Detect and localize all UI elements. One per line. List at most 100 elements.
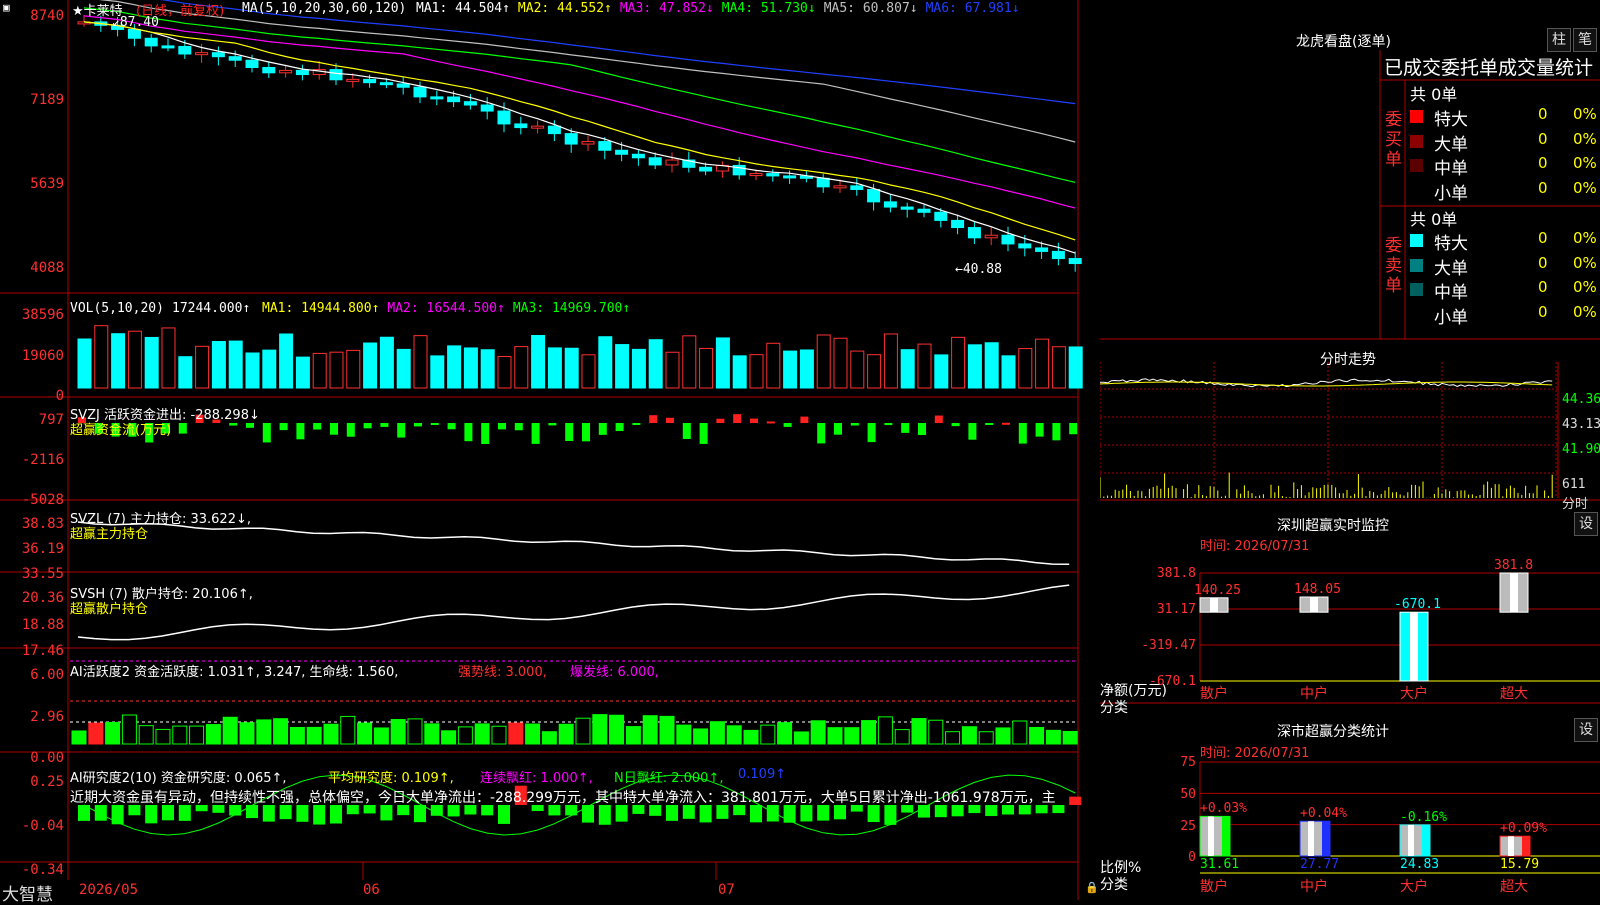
volume-bar — [900, 349, 915, 389]
ai-research-tick: -0.34 — [21, 862, 64, 878]
ai-research-bar — [884, 805, 897, 825]
svzj-sub: 超赢资金流(万元) — [70, 423, 172, 438]
ai-active-bar — [273, 718, 289, 745]
candle — [379, 82, 393, 86]
ai-active-bar — [726, 725, 742, 745]
ai-active-bar — [760, 724, 776, 745]
lock-icon[interactable]: 🔒 — [1085, 881, 1099, 894]
sz-monitor-settings-button[interactable]: 设 — [1574, 512, 1598, 536]
sz-class-time: 时间: 2026/07/31 — [1200, 746, 1310, 761]
ma-line — [83, 7, 1076, 183]
ai-active-bar — [457, 726, 473, 745]
candle — [967, 227, 981, 239]
ai-active-bar — [357, 722, 373, 745]
ma-line — [83, 21, 1076, 241]
volume-bar — [917, 343, 932, 389]
sell-row-pct: 0% — [1573, 253, 1597, 272]
low-price-mark: ←40.88 — [955, 262, 1002, 277]
ai-active-bar — [205, 724, 221, 745]
main-chart-area[interactable]: ▣ ★卡莱特 (日线，前复权) MA(5,10,20,30,60,120) MA… — [0, 0, 1100, 905]
sz-class-category: 大户 — [1400, 879, 1428, 895]
price-tick: 5639 — [30, 176, 64, 192]
candle — [346, 78, 360, 82]
ai-active-bar — [189, 725, 205, 745]
sz-monitor-value-label: 148.05 — [1294, 581, 1341, 597]
lhb-title: 龙虎看盘(逐单) — [1296, 34, 1391, 50]
ai-research-red: 连续飘红: 1.000↑, — [480, 771, 593, 786]
candle — [615, 149, 629, 155]
volume-bar — [111, 333, 126, 389]
ai-active-bar — [777, 722, 793, 745]
ai-active-bar — [642, 715, 658, 745]
ai-research-bar — [414, 805, 426, 823]
svzj-bar — [582, 423, 590, 442]
svzj-bar — [481, 423, 490, 444]
svzj-bar — [901, 423, 910, 433]
ai-active-bar — [172, 725, 188, 745]
sz-class-bar-highlight — [1308, 821, 1314, 856]
volume-bar — [295, 356, 310, 389]
pen-mode-button[interactable]: 笔 — [1573, 28, 1597, 52]
ai-active-bar — [709, 721, 725, 745]
sz-class-category: 超大 — [1500, 879, 1528, 895]
svzj-bar — [716, 418, 725, 423]
ai-research-bar — [817, 805, 830, 821]
ai-research-avg: 平均研究度: 0.109↑, — [328, 771, 454, 786]
sz-monitor-tick: -319.47 — [1141, 638, 1196, 653]
volume-bar — [396, 348, 411, 389]
buy-row-pct: 0% — [1573, 105, 1597, 123]
svzj-bar — [598, 423, 607, 435]
volume-bar — [1001, 355, 1016, 389]
intraday-vol-label: 分时 — [1562, 497, 1589, 512]
sz-class-change: +0.09% — [1500, 821, 1547, 837]
candle — [1018, 243, 1032, 249]
candle — [749, 173, 763, 177]
ai-active-bar — [306, 726, 322, 745]
ai-active-bar — [961, 726, 977, 745]
candle — [262, 67, 276, 74]
candle — [581, 141, 595, 145]
sz-class-change: +0.03% — [1200, 801, 1247, 817]
svzj-bar — [834, 423, 842, 435]
svzj-bar — [666, 417, 674, 423]
candle — [547, 125, 561, 135]
svzj-bar — [514, 423, 523, 431]
volume-bar — [648, 339, 663, 389]
buy-row-pct: 0% — [1573, 154, 1597, 172]
ai-active-bar — [474, 723, 490, 745]
ai-active-bar — [911, 718, 927, 745]
svzj-bar — [682, 423, 691, 439]
sz-class-bar-highlight — [1408, 824, 1414, 856]
ai-active-bar — [894, 729, 910, 745]
volume-bar — [430, 355, 445, 389]
ai-research-bar — [498, 805, 510, 824]
svzj-bar — [1069, 423, 1078, 435]
volume-bar — [127, 330, 142, 389]
price-tick: 4088 — [30, 260, 64, 276]
vol-tick: 38596 — [21, 307, 64, 323]
svzj-bar — [531, 423, 540, 444]
ma-value-5: MA5: 60.807↓ — [823, 1, 918, 16]
candle — [127, 28, 141, 39]
ai-research-bar — [800, 805, 813, 822]
ai-active-bar — [239, 722, 255, 745]
ai-active-bar — [105, 721, 121, 745]
ai-research-bar — [582, 805, 594, 823]
sz-monitor-tick: 381.8 — [1156, 566, 1196, 581]
buy-total: 共 0单 — [1410, 85, 1458, 104]
ai-active-title: AI活跃度2 资金活跃度: 1.031↑, 3.247, 生命线: 1.560, — [70, 665, 399, 680]
ai-research-bar — [178, 805, 191, 821]
sell-row-pct: 0% — [1573, 229, 1597, 247]
sell-row-name: 特大 — [1434, 234, 1468, 254]
sz-class-settings-button[interactable]: 设 — [1574, 718, 1598, 742]
bar-mode-button[interactable]: 柱 — [1547, 28, 1571, 52]
price-tick: 7189 — [30, 92, 64, 108]
svzj-bar — [1018, 423, 1027, 444]
svzj-bar — [380, 423, 389, 427]
sz-monitor-category: 超大 — [1500, 686, 1528, 702]
candle — [699, 166, 713, 172]
sz-monitor-xlabel: 分类 — [1100, 700, 1128, 716]
date-tick: 06 — [363, 882, 380, 898]
kline-canvas[interactable] — [0, 0, 1100, 900]
candle — [413, 86, 427, 98]
